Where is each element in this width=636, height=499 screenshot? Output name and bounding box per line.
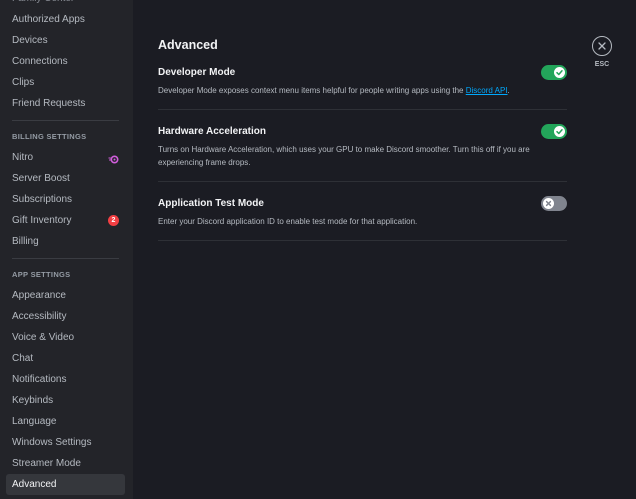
sidebar-item-accessibility[interactable]: Accessibility [6, 306, 125, 327]
close-settings: ESC [591, 36, 613, 68]
setting-header: Developer Mode [158, 63, 567, 81]
sidebar-item-label: Billing [12, 236, 39, 247]
setting-description: Turns on Hardware Acceleration, which us… [158, 145, 530, 167]
sidebar-item-authorized-apps[interactable]: Authorized Apps [6, 9, 125, 30]
sidebar-item-label: Friend Requests [12, 98, 86, 109]
sidebar-item-gift-inventory[interactable]: Gift Inventory 2 [6, 210, 125, 231]
setting-description: Enter your Discord application ID to ena… [158, 217, 418, 226]
sidebar-item-label: Clips [12, 77, 35, 88]
sidebar-item-label: Connections [12, 56, 68, 67]
sidebar-item-keybinds[interactable]: Keybinds [6, 390, 125, 411]
sidebar-item-label: Gift Inventory [12, 215, 72, 226]
sidebar-item-label: Server Boost [12, 173, 70, 184]
setting-title: Application Test Mode [158, 197, 264, 209]
sidebar-item-label: Accessibility [12, 311, 67, 322]
setting-description: Developer Mode exposes context menu item… [158, 84, 558, 97]
sidebar-item-label: Authorized Apps [12, 14, 85, 25]
settings-window: Family Center Authorized Apps Devices Co… [0, 0, 636, 499]
description-text-end: . [507, 86, 510, 95]
sidebar-item-devices[interactable]: Devices [6, 30, 125, 51]
sidebar-item-nitro[interactable]: Nitro [6, 147, 125, 168]
developer-mode-toggle[interactable] [541, 64, 567, 80]
toggle-knob [543, 197, 554, 209]
sidebar-item-label: Devices [12, 35, 48, 46]
sidebar-item-label: Nitro [12, 152, 34, 163]
sidebar-item-label: Advanced [12, 479, 57, 490]
sidebar-item-friend-requests[interactable]: Friend Requests [6, 93, 125, 114]
settings-content: Advanced Developer Mode Developer Mode e… [133, 0, 636, 499]
sidebar-item-subscriptions[interactable]: Subscriptions [6, 189, 125, 210]
sidebar-item-chat[interactable]: Chat [6, 348, 125, 369]
sidebar-item-language[interactable]: Language [6, 411, 125, 432]
esc-label: ESC [594, 61, 610, 68]
sidebar-item-label: Chat [12, 353, 34, 364]
sidebar-item-label: Keybinds [12, 395, 54, 406]
app-settings-header: APP SETTINGS [12, 270, 71, 279]
advanced-settings-panel: Advanced Developer Mode Developer Mode e… [158, 37, 567, 253]
page-title: Advanced [158, 38, 218, 52]
check-icon [556, 69, 563, 75]
sidebar-item-windows-settings[interactable]: Windows Settings [6, 432, 125, 453]
application-test-mode-toggle[interactable] [541, 195, 567, 211]
sidebar-item-appearance[interactable]: Appearance [6, 285, 125, 306]
notification-badge: 2 [108, 215, 119, 226]
billing-settings-header: BILLING SETTINGS [12, 132, 87, 141]
sidebar-item-connections[interactable]: Connections [6, 51, 125, 72]
sidebar-item-label: Subscriptions [12, 194, 73, 205]
toggle-knob [554, 66, 565, 78]
sidebar-item-family-center[interactable]: Family Center [6, 0, 125, 9]
sidebar: Family Center Authorized Apps Devices Co… [0, 0, 133, 499]
sidebar-item-label: Notifications [12, 374, 67, 385]
nitro-icon [108, 152, 119, 164]
sidebar-divider [12, 258, 119, 259]
check-icon [556, 128, 563, 134]
close-button[interactable] [592, 36, 612, 56]
description-text: Developer Mode exposes context menu item… [158, 86, 466, 95]
setting-developer-mode: Developer Mode Developer Mode exposes co… [158, 63, 567, 110]
setting-application-test-mode: Application Test Mode Enter your Discord… [158, 194, 567, 241]
sidebar-item-voice-video[interactable]: Voice & Video [6, 327, 125, 348]
setting-title: Hardware Acceleration [158, 125, 267, 137]
sidebar-item-label: Family Center [12, 0, 74, 9]
sidebar-item-streamer-mode[interactable]: Streamer Mode [6, 453, 125, 474]
setting-header: Hardware Acceleration [158, 122, 567, 140]
sidebar-item-notifications[interactable]: Notifications [6, 369, 125, 390]
setting-title: Developer Mode [158, 66, 236, 78]
sidebar-divider [12, 120, 119, 121]
setting-hardware-acceleration: Hardware Acceleration Turns on Hardware … [158, 122, 567, 182]
setting-header: Application Test Mode [158, 194, 567, 212]
sidebar-nav: Family Center Authorized Apps Devices Co… [6, 0, 125, 495]
sidebar-item-server-boost[interactable]: Server Boost [6, 168, 125, 189]
sidebar-item-label: Voice & Video [12, 332, 75, 343]
hardware-acceleration-toggle[interactable] [541, 123, 567, 139]
sidebar-item-billing[interactable]: Billing [6, 231, 125, 252]
sidebar-item-label: Streamer Mode [12, 458, 81, 469]
sidebar-item-label: Appearance [12, 290, 66, 301]
sidebar-item-advanced[interactable]: Advanced [6, 474, 125, 495]
sidebar-item-clips[interactable]: Clips [6, 72, 125, 93]
toggle-knob [554, 125, 565, 137]
discord-api-link[interactable]: Discord API [466, 86, 508, 95]
close-icon [597, 41, 606, 50]
sidebar-item-label: Language [12, 416, 57, 427]
sidebar-item-label: Windows Settings [12, 437, 92, 448]
x-icon [545, 200, 552, 206]
